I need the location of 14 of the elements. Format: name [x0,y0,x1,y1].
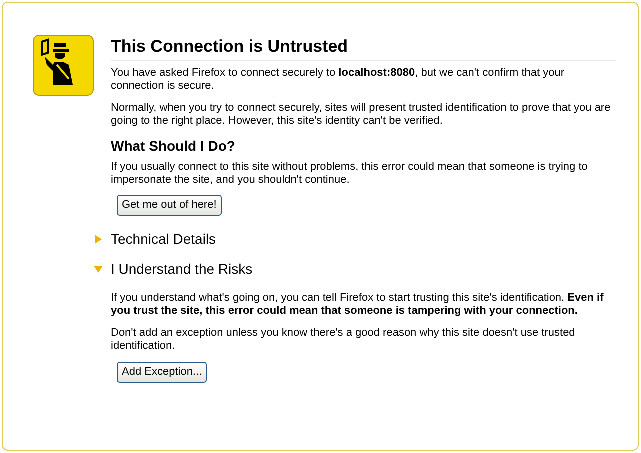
collapsed-triangle-icon[interactable] [94,234,103,244]
officer-warning-icon [33,35,94,96]
button[interactable]: Add Exception... [117,362,208,383]
paragraph: Don't add an exception unless you know there's a good reason why this site doesn't use trusted identification. [111,327,576,353]
paragraph: Normally, when you try to connect securely, sites will present trusted identification to prove that you are going to the right place. However, this site's identity can't be verified. [111,102,612,128]
button[interactable]: Get me out of here! [117,195,222,216]
expanded-triangle-icon[interactable] [94,264,103,274]
paragraph: If you understand what's going on, you can tell Firefox to start trusting this site's identification. Even if you trust the site, this error could mean that someone is tampering with your connection. [111,292,605,318]
paragraph: If you usually connect to this site without problems, this error could mean that someone is trying to impersonate the site, and you shouldn't continue. [111,161,589,187]
section-heading: What Should I Do? [111,137,236,155]
page-title: This Connection is Untrusted [111,36,616,61]
section-heading[interactable]: Technical Details [111,230,216,248]
section-heading[interactable]: I Understand the Risks [111,260,253,278]
paragraph: You have asked Firefox to connect securely to localhost:8080, but we can't confirm that your connection is secure. [111,67,566,93]
